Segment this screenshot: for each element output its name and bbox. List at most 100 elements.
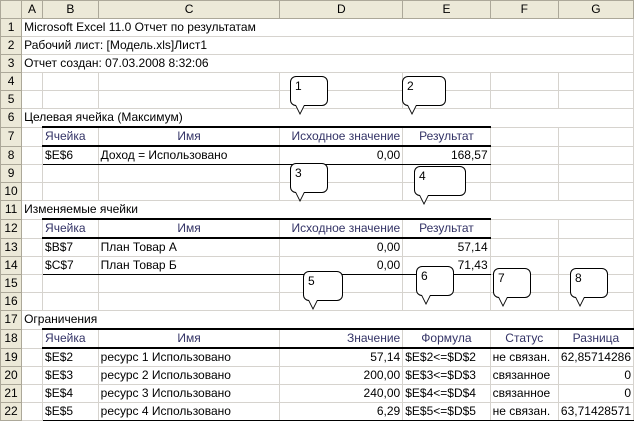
row-header-11[interactable]: 11 — [0, 200, 23, 220]
cell[interactable] — [489, 145, 559, 165]
variables-cell-original[interactable]: 0,00 — [279, 256, 404, 275]
variables-cell-result[interactable]: 57,14 — [402, 237, 491, 257]
row-header-19[interactable]: 19 — [0, 347, 23, 367]
row-header-4[interactable]: 4 — [0, 72, 23, 91]
cell[interactable] — [21, 366, 44, 385]
row-header-10[interactable]: 10 — [0, 182, 23, 201]
constraints-cell-name[interactable]: ресурс 4 Использовано — [97, 402, 281, 421]
target-header-name[interactable]: Имя — [97, 126, 281, 147]
row-header-18[interactable]: 18 — [0, 328, 23, 349]
constraints-cell-ref[interactable]: $E$4 — [42, 384, 99, 403]
callout-6[interactable]: 6 — [416, 266, 454, 305]
cell[interactable] — [42, 164, 99, 183]
constraints-cell-value[interactable]: 6,29 — [279, 402, 404, 421]
constraints-cell-name[interactable]: ресурс 3 Использовано — [97, 384, 281, 403]
cell[interactable] — [557, 126, 634, 147]
cell[interactable] — [557, 90, 634, 109]
cell[interactable] — [21, 384, 44, 403]
cell[interactable] — [97, 72, 281, 91]
constraints-header-slack[interactable]: Разница — [557, 328, 634, 349]
constraints-header-formula[interactable]: Формула — [402, 328, 491, 349]
cell[interactable] — [489, 218, 559, 239]
row-header-9[interactable]: 9 — [0, 164, 23, 183]
row-header-13[interactable]: 13 — [0, 237, 23, 257]
variables-header-original[interactable]: Исходное значение — [279, 218, 404, 239]
target-header-cell[interactable]: Ячейка — [42, 126, 99, 147]
row-header-12[interactable]: 12 — [0, 218, 23, 239]
row-header-3[interactable]: 3 — [0, 54, 23, 73]
col-header-e[interactable]: E — [402, 0, 491, 19]
cell[interactable] — [97, 90, 281, 109]
callout-1[interactable]: 1 — [290, 76, 328, 115]
variables-cell-ref[interactable]: $C$7 — [42, 256, 99, 275]
constraints-cell-value[interactable]: 57,14 — [279, 347, 404, 367]
cell[interactable] — [21, 292, 44, 311]
report-title[interactable]: Microsoft Excel 11.0 Отчет по результата… — [21, 18, 634, 37]
constraints-header-status[interactable]: Статус — [489, 328, 559, 349]
cell[interactable] — [557, 218, 634, 239]
cell[interactable] — [21, 218, 44, 239]
row-header-2[interactable]: 2 — [0, 36, 23, 55]
constraints-cell-name[interactable]: ресурс 1 Использовано — [97, 347, 281, 367]
cell[interactable] — [489, 90, 559, 109]
cell[interactable] — [21, 237, 44, 257]
cell[interactable] — [21, 274, 44, 293]
row-header-17[interactable]: 17 — [0, 310, 23, 330]
col-header-b[interactable]: B — [42, 0, 99, 19]
target-cell-name[interactable]: Доход = Использовано — [97, 145, 281, 165]
constraints-cell-slack[interactable]: 0 — [557, 366, 634, 385]
row-header-15[interactable]: 15 — [0, 274, 23, 293]
cell[interactable] — [21, 145, 44, 165]
cell[interactable] — [489, 164, 559, 183]
row-header-22[interactable]: 22 — [0, 402, 23, 421]
constraints-cell-ref[interactable]: $E$5 — [42, 402, 99, 421]
constraints-section-label[interactable]: Ограничения — [21, 310, 634, 330]
constraints-cell-formula[interactable]: $E$5<=$D$5 — [402, 402, 491, 421]
cell[interactable] — [21, 256, 44, 275]
row-header-1[interactable]: 1 — [0, 18, 23, 37]
variables-header-cell[interactable]: Ячейка — [42, 218, 99, 239]
col-header-c[interactable]: C — [97, 0, 281, 19]
row-header-20[interactable]: 20 — [0, 366, 23, 385]
target-header-original[interactable]: Исходное значение — [279, 126, 404, 147]
constraints-cell-slack[interactable]: 63,71428571 — [557, 402, 634, 421]
target-header-result[interactable]: Результат — [402, 126, 491, 147]
constraints-header-name[interactable]: Имя — [97, 328, 281, 349]
cell[interactable] — [21, 402, 44, 421]
cell[interactable] — [21, 347, 44, 367]
cell[interactable] — [42, 292, 99, 311]
row-header-21[interactable]: 21 — [0, 384, 23, 403]
cell[interactable] — [42, 274, 99, 293]
variables-cell-ref[interactable]: $B$7 — [42, 237, 99, 257]
cell[interactable] — [97, 274, 281, 293]
constraints-cell-slack[interactable]: 0 — [557, 384, 634, 403]
cell[interactable] — [557, 164, 634, 183]
cell[interactable] — [557, 237, 634, 257]
cell[interactable] — [97, 164, 281, 183]
report-worksheet[interactable]: Рабочий лист: [Модель.xls]Лист1 — [21, 36, 634, 55]
constraints-cell-value[interactable]: 240,00 — [279, 384, 404, 403]
row-header-5[interactable]: 5 — [0, 90, 23, 109]
cell[interactable] — [21, 182, 44, 201]
cell[interactable] — [489, 126, 559, 147]
cell[interactable] — [557, 72, 634, 91]
cell[interactable] — [42, 90, 99, 109]
col-header-a[interactable]: A — [21, 0, 44, 19]
callout-4[interactable]: 4 — [414, 166, 466, 205]
callout-3[interactable]: 3 — [290, 163, 328, 202]
variables-header-name[interactable]: Имя — [97, 218, 281, 239]
callout-7[interactable]: 7 — [493, 268, 531, 307]
constraints-cell-value[interactable]: 200,00 — [279, 366, 404, 385]
target-section-label[interactable]: Целевая ячейка (Максимум) — [21, 108, 634, 128]
row-header-14[interactable]: 14 — [0, 256, 23, 275]
variables-header-result[interactable]: Результат — [402, 218, 491, 239]
constraints-cell-status[interactable]: связанное — [489, 366, 559, 385]
cell[interactable] — [21, 126, 44, 147]
report-created[interactable]: Отчет создан: 07.03.2008 8:32:06 — [21, 54, 634, 73]
cell[interactable] — [42, 72, 99, 91]
target-cell-original[interactable]: 0,00 — [279, 145, 404, 165]
target-cell-ref[interactable]: $E$6 — [42, 145, 99, 165]
constraints-cell-status[interactable]: связанное — [489, 384, 559, 403]
variables-section-label[interactable]: Изменяемые ячейки — [21, 200, 634, 220]
cell[interactable] — [557, 182, 634, 201]
